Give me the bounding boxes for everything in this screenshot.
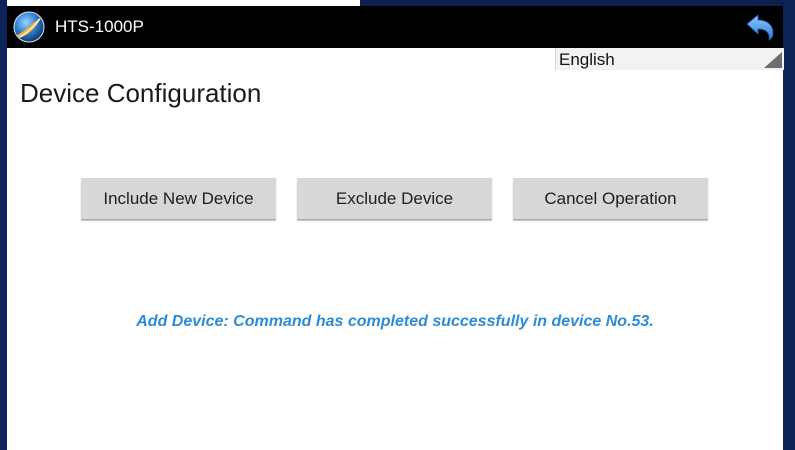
exclude-device-button[interactable]: Exclude Device: [297, 178, 492, 220]
language-select[interactable]: English: [555, 48, 784, 70]
page-title: Device Configuration: [20, 78, 262, 108]
back-arrow-icon[interactable]: [745, 13, 775, 41]
language-selected-value: English: [559, 50, 615, 69]
app-title: HTS-1000P: [55, 17, 144, 36]
dropdown-corner-icon: [764, 52, 782, 68]
cancel-operation-button[interactable]: Cancel Operation: [513, 178, 708, 220]
frame-right-border: [783, 0, 795, 450]
app-window: HTS-1000P English Device Configuration I…: [7, 6, 784, 450]
title-bar: HTS-1000P: [7, 6, 783, 48]
app-logo-icon: [13, 11, 45, 43]
include-new-device-button[interactable]: Include New Device: [81, 178, 276, 220]
frame-left-border: [0, 0, 7, 450]
status-message: Add Device: Command has completed succes…: [136, 313, 654, 330]
